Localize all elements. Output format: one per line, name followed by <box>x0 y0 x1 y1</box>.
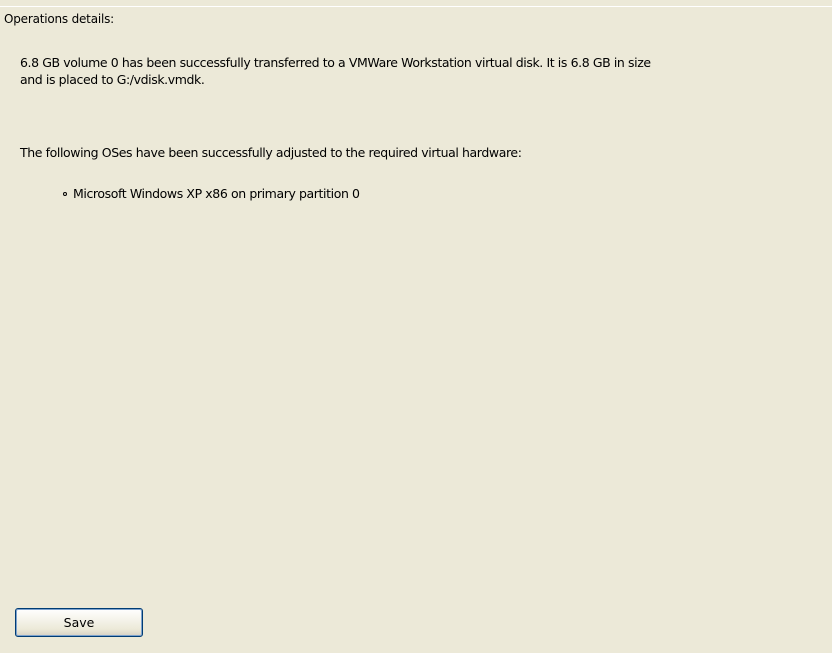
bullet-icon <box>63 191 67 196</box>
top-divider <box>0 6 832 7</box>
list-item: Microsoft Windows XP x86 on primary part… <box>63 186 360 201</box>
os-adjustment-intro: The following OSes have been successfull… <box>20 145 522 160</box>
transfer-summary-line-2: and is placed to G:/vdisk.vmdk. <box>20 72 205 87</box>
transfer-summary: 6.8 GB volume 0 has been successfully tr… <box>20 54 832 88</box>
os-list: Microsoft Windows XP x86 on primary part… <box>63 186 360 201</box>
section-title: Operations details: <box>4 12 115 26</box>
save-button[interactable]: Save <box>15 608 143 637</box>
os-item-label: Microsoft Windows XP x86 on primary part… <box>73 186 360 201</box>
transfer-summary-line-1: 6.8 GB volume 0 has been successfully tr… <box>20 55 651 70</box>
operations-details-panel: Operations details: 6.8 GB volume 0 has … <box>0 0 832 653</box>
